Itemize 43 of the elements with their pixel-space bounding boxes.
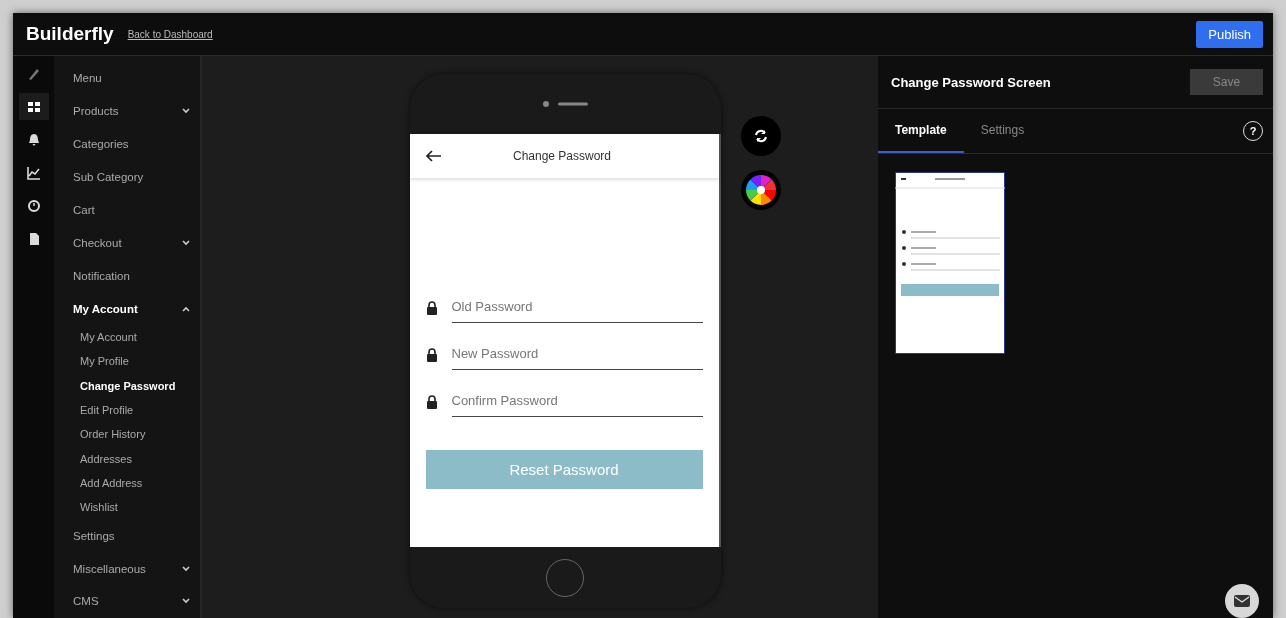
- back-link[interactable]: Back to Dashboard: [127, 28, 213, 40]
- chevron-down-icon: [182, 565, 190, 572]
- chevron-down-icon: [182, 239, 190, 246]
- chevron-down-icon: [182, 598, 190, 605]
- nav-item[interactable]: Cart: [54, 193, 200, 227]
- lock-icon: [425, 347, 438, 363]
- template-thumbnail-drawing[interactable]: [895, 172, 1005, 354]
- screen-title: Change Password: [511, 149, 613, 163]
- nav-item[interactable]: Notification: [54, 259, 200, 293]
- nav-item[interactable]: Edit Profile: [54, 397, 200, 423]
- logo: Builderfly: [26, 23, 114, 45]
- nav-item[interactable]: Categories: [54, 127, 200, 161]
- panel-tab[interactable]: Template: [878, 109, 964, 153]
- chevron-down-icon: [182, 108, 190, 115]
- panel-tab[interactable]: Settings: [963, 109, 1042, 153]
- nav-item[interactable]: CMS: [54, 585, 200, 618]
- chevron-up-icon: [182, 305, 190, 312]
- nav-item[interactable]: Change Password: [54, 373, 200, 398]
- nav-item[interactable]: Addresses: [54, 446, 200, 471]
- nav-item[interactable]: Wishlist: [54, 494, 200, 520]
- panel-title: Change Password Screen: [891, 74, 1051, 90]
- nav-item[interactable]: Checkout: [54, 226, 200, 260]
- publish-button[interactable]: Publish: [1196, 20, 1263, 48]
- nav-item[interactable]: Products: [54, 94, 200, 128]
- lock-icon: [425, 300, 438, 316]
- nav-item[interactable]: Order History: [54, 422, 200, 447]
- nav-item[interactable]: My Profile: [54, 349, 200, 374]
- mail-button[interactable]: [1225, 584, 1259, 618]
- nav-item[interactable]: Settings: [54, 519, 200, 553]
- nav-item[interactable]: My Account: [54, 292, 200, 325]
- color-wheel-button[interactable]: [740, 170, 781, 210]
- grid-icon[interactable]: [18, 93, 49, 120]
- refresh-icon: [753, 129, 768, 143]
- nav-item[interactable]: Add Address: [54, 470, 200, 495]
- nav-item[interactable]: My Account: [54, 325, 200, 350]
- phone-speaker-icon: [542, 100, 588, 108]
- lock-icon: [425, 394, 438, 410]
- back-arrow-icon[interactable]: [425, 150, 442, 162]
- nav-item[interactable]: Menu: [54, 62, 200, 95]
- mail-icon: [1234, 595, 1250, 607]
- nav-item[interactable]: Miscellaneous: [54, 552, 200, 585]
- nav-item[interactable]: Sub Category: [54, 160, 200, 194]
- refresh-button[interactable]: [740, 116, 781, 156]
